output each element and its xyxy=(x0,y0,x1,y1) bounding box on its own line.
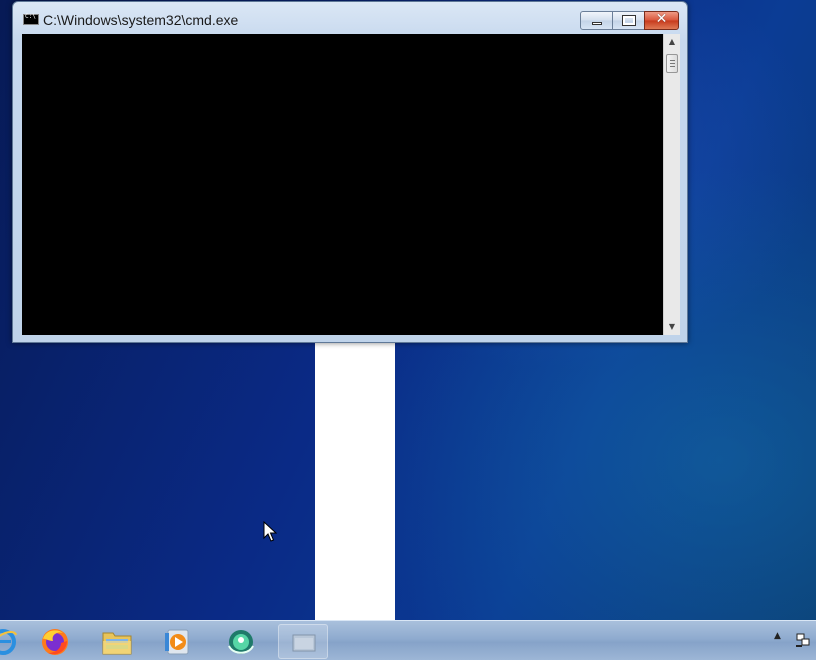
blank-window-fragment xyxy=(315,343,395,620)
caption-buttons: ✕ xyxy=(580,11,679,30)
window-title: C:\Windows\system32\cmd.exe xyxy=(43,12,239,28)
taskbar-item-green-app[interactable] xyxy=(216,624,266,659)
network-icon[interactable] xyxy=(795,632,811,648)
minimize-button[interactable] xyxy=(580,11,613,30)
scroll-thumb[interactable] xyxy=(666,54,678,73)
console-output[interactable] xyxy=(22,34,663,335)
maximize-button[interactable] xyxy=(612,11,645,30)
title-bar[interactable]: C:\Windows\system32\cmd.exe ✕ xyxy=(13,2,687,34)
taskbar xyxy=(0,620,816,660)
cmd-taskbar-icon xyxy=(292,634,316,652)
scroll-up-arrow-icon[interactable]: ▲ xyxy=(664,34,680,50)
taskbar-item-cmd[interactable] xyxy=(278,624,328,659)
vertical-scrollbar[interactable]: ▲ ▼ xyxy=(663,34,680,335)
taskbar-item-file-explorer[interactable] xyxy=(92,624,142,659)
green-circle-icon xyxy=(228,630,254,654)
close-icon: ✕ xyxy=(655,11,668,27)
firefox-icon xyxy=(42,629,68,655)
folder-icon xyxy=(102,632,132,655)
scroll-down-arrow-icon[interactable]: ▼ xyxy=(664,319,680,335)
cmd-icon[interactable] xyxy=(23,13,39,25)
desktop[interactable]: C:\Windows\system32\cmd.exe ✕ ▲ ▼ xyxy=(0,0,816,660)
taskbar-item-internet-explorer[interactable] xyxy=(0,624,28,659)
ie-icon xyxy=(0,629,17,655)
mouse-cursor-icon xyxy=(263,521,277,542)
minimize-icon xyxy=(592,22,602,25)
maximize-icon xyxy=(622,15,636,26)
cmd-window[interactable]: C:\Windows\system32\cmd.exe ✕ ▲ ▼ xyxy=(12,1,688,343)
close-button[interactable]: ✕ xyxy=(644,11,679,30)
taskbar-item-firefox[interactable] xyxy=(30,624,80,659)
show-hidden-icons-arrow-icon[interactable]: ▲ xyxy=(774,631,781,641)
media-player-icon xyxy=(165,629,189,655)
taskbar-item-media-player[interactable] xyxy=(153,624,203,659)
